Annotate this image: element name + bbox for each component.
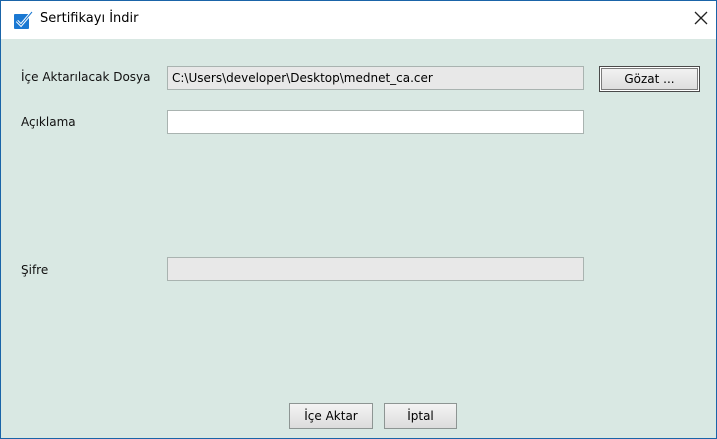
cancel-button[interactable]: İptal [384,403,457,429]
window-title: Sertifikayı İndir [40,11,139,26]
dialog-window: Sertifikayı İndir İçe Aktarılacak Dosya … [0,0,717,439]
password-field[interactable] [167,257,584,281]
import-button[interactable]: İçe Aktar [289,403,373,429]
description-label: Açıklama [21,115,76,129]
checkbox-icon [13,9,35,31]
import-file-label: İçe Aktarılacak Dosya [21,70,151,84]
dialog-content: İçe Aktarılacak Dosya C:\Users\developer… [1,39,716,438]
close-button[interactable] [686,1,716,37]
browse-button[interactable]: Gözat ... [599,66,700,92]
title-bar: Sertifikayı İndir [1,1,716,39]
import-button-label: İçe Aktar [304,409,358,423]
close-icon [694,10,708,29]
import-file-field[interactable]: C:\Users\developer\Desktop\mednet_ca.cer [167,66,584,90]
description-field[interactable] [167,110,584,134]
browse-button-label: Gözat ... [624,72,675,86]
password-label: Şifre [21,263,49,277]
cancel-button-label: İptal [407,409,434,423]
